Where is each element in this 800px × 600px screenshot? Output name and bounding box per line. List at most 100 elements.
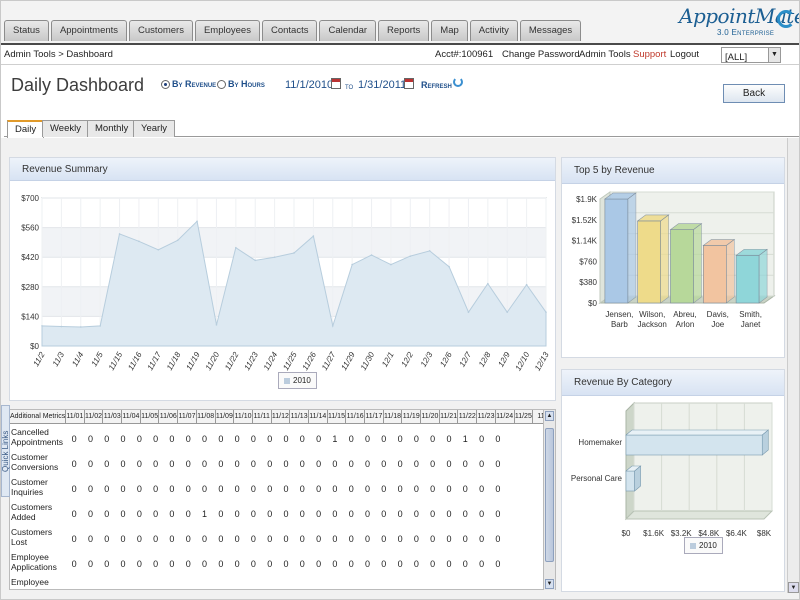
- metric-cell: 0: [332, 509, 338, 519]
- table-row: Customers Lost 0 0 0 0 0 0 0 0 0 0 0 0 0 0 0 0 0 0 0 0 0 0 0 0 0 0…: [10, 527, 506, 552]
- quick-links-tab[interactable]: Quick Links: [1, 405, 10, 497]
- metrics-date-header[interactable]: 11/16: [346, 410, 365, 424]
- metric-cell: 0: [446, 484, 452, 494]
- metric-cell: 0: [316, 484, 322, 494]
- nav-tab-map[interactable]: Map: [431, 20, 468, 41]
- bar-2[interactable]: [636, 214, 670, 304]
- metrics-date-header[interactable]: 11/13: [290, 410, 309, 424]
- refresh-link[interactable]: Refresh: [421, 80, 452, 90]
- account-number: Acct#:100961: [435, 49, 494, 60]
- metrics-date-header[interactable]: 11/09: [216, 410, 235, 424]
- tab-yearly[interactable]: Yearly: [133, 120, 176, 137]
- page-scrollbar[interactable]: ▼: [787, 138, 799, 593]
- metric-cell: 0: [120, 484, 126, 494]
- metrics-date-header[interactable]: 11/20: [421, 410, 440, 424]
- refresh-icon[interactable]: [453, 77, 463, 87]
- bar-1[interactable]: [604, 192, 637, 304]
- back-button[interactable]: Back: [723, 84, 785, 103]
- scroll-down-icon[interactable]: ▼: [788, 582, 799, 593]
- top-navigation: Status Appointments Customers Employees Cont…: [1, 1, 799, 43]
- start-date[interactable]: 11/1/2010: [285, 79, 333, 91]
- metrics-date-header[interactable]: 11/17: [365, 410, 384, 424]
- metrics-date-header[interactable]: 11/06: [159, 410, 179, 424]
- by-revenue-option[interactable]: By Revenue: [161, 79, 216, 89]
- x-tick-label: 11/23: [242, 350, 260, 372]
- admin-tools-link[interactable]: Admin Tools: [579, 49, 631, 60]
- scroll-up-icon[interactable]: ▲: [545, 411, 554, 421]
- metric-cell: 0: [316, 509, 322, 519]
- metric-cell: 0: [153, 559, 159, 569]
- metrics-date-header[interactable]: 11/11: [253, 410, 272, 424]
- logout-link[interactable]: Logout: [670, 49, 699, 60]
- x-tick-label: $1.6K: [643, 529, 665, 538]
- calendar-icon[interactable]: [404, 78, 414, 89]
- metric-cell: 0: [397, 459, 403, 469]
- tab-daily[interactable]: Daily: [7, 120, 45, 138]
- metrics-date-header[interactable]: 11/14: [309, 410, 328, 424]
- metrics-date-header[interactable]: 11/02: [85, 410, 104, 424]
- nav-tab-employees[interactable]: Employees: [194, 20, 260, 41]
- nav-tab-status[interactable]: Status: [4, 20, 49, 41]
- metric-cell: 0: [87, 484, 93, 494]
- metrics-date-header[interactable]: 11/03: [103, 410, 123, 424]
- metrics-date-header[interactable]: 11/01: [66, 410, 85, 424]
- metrics-date-header[interactable]: 11/19: [402, 410, 422, 424]
- metrics-date-header[interactable]: 11/25: [515, 410, 534, 424]
- top5-bar-chart: $1.9K $1.52K $1.14K $760 $380 $0 Jensen,Barb Wi…: [572, 191, 776, 329]
- calendar-icon[interactable]: [331, 78, 341, 89]
- metric-cell: 0: [364, 459, 370, 469]
- metrics-date-header[interactable]: 11/04: [122, 410, 141, 424]
- category-bar-2[interactable]: [625, 465, 642, 492]
- metric-cell: 0: [136, 459, 142, 469]
- data-point: [525, 283, 528, 286]
- change-password-link[interactable]: Change Password: [502, 49, 580, 60]
- metrics-date-header[interactable]: 11/15: [328, 410, 347, 424]
- nav-tab-appointments[interactable]: Appointments: [50, 20, 128, 41]
- metric-cell: 0: [348, 559, 354, 569]
- bar-5[interactable]: [735, 248, 769, 304]
- metric-cell: 0: [250, 534, 256, 544]
- radio-icon[interactable]: [217, 79, 226, 89]
- category-bar-1[interactable]: [625, 429, 770, 456]
- metrics-date-header[interactable]: 11/23: [477, 410, 496, 424]
- by-hours-option[interactable]: By Hours: [217, 79, 265, 89]
- metric-cell: 0: [462, 484, 468, 494]
- metrics-scrollbar[interactable]: ▲ ▼: [543, 410, 555, 590]
- metric-cell: 0: [267, 559, 273, 569]
- metric-cell: 0: [136, 534, 142, 544]
- metrics-date-header[interactable]: 11/18: [384, 410, 403, 424]
- bar-3[interactable]: [669, 223, 703, 304]
- metric-cell: 0: [332, 459, 338, 469]
- end-date[interactable]: 1/31/2011: [358, 79, 406, 91]
- radio-selected-icon[interactable]: [161, 79, 170, 89]
- x-tick-label: 12/9: [496, 350, 512, 368]
- tab-monthly[interactable]: Monthly: [87, 120, 137, 137]
- metrics-date-header[interactable]: 11/12: [272, 410, 291, 424]
- metrics-date-header[interactable]: 11/07: [178, 410, 197, 424]
- metrics-date-header[interactable]: 11/22: [458, 410, 478, 424]
- scroll-thumb[interactable]: [545, 428, 554, 562]
- metrics-date-header[interactable]: 11/10: [234, 410, 253, 424]
- metrics-date-header[interactable]: 11/05: [141, 410, 160, 424]
- metric-cell: 0: [495, 459, 501, 469]
- nav-tab-calendar[interactable]: Calendar: [319, 20, 377, 41]
- scroll-down-icon[interactable]: ▼: [545, 579, 554, 589]
- support-link[interactable]: Support: [633, 49, 666, 60]
- logo-ring-icon: [777, 10, 795, 28]
- nav-tab-activity[interactable]: Activity: [469, 20, 518, 41]
- bar-4[interactable]: [702, 238, 736, 304]
- metrics-date-header[interactable]: 11/21: [440, 410, 459, 424]
- filter-select[interactable]: [ALL] ▼: [721, 47, 781, 63]
- nav-tab-reports[interactable]: Reports: [378, 20, 430, 41]
- data-point: [351, 263, 353, 266]
- metrics-table[interactable]: Additional Metrics 11/01 11/02 11/03 11/04 11…: [9, 409, 556, 590]
- metric-cell: 0: [202, 534, 208, 544]
- tab-weekly[interactable]: Weekly: [42, 120, 89, 137]
- metrics-date-header[interactable]: 11/08: [197, 410, 216, 424]
- metric-cell: 0: [234, 434, 240, 444]
- metrics-date-header[interactable]: 11/24: [496, 410, 515, 424]
- nav-tab-customers[interactable]: Customers: [129, 20, 193, 41]
- nav-tab-contacts[interactable]: Contacts: [261, 20, 318, 41]
- metric-cell: 0: [430, 534, 436, 544]
- nav-tab-messages[interactable]: Messages: [519, 20, 582, 41]
